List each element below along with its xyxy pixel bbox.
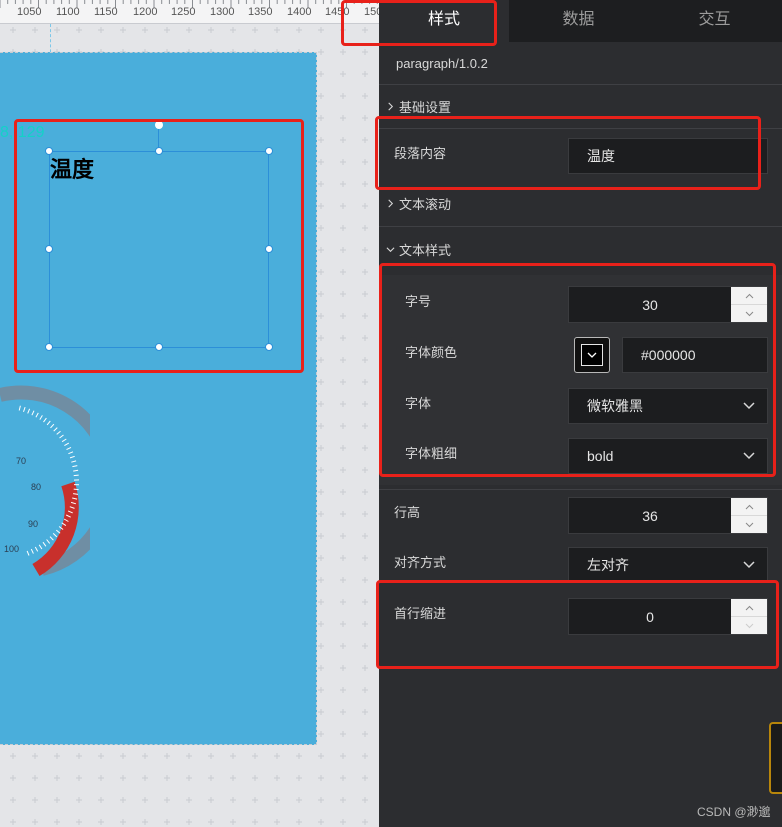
- paragraph-content-input[interactable]: 温度: [568, 138, 768, 174]
- tab-interaction[interactable]: 交互: [647, 0, 782, 42]
- align-label: 对齐方式: [394, 555, 447, 570]
- chevron-down-icon: [587, 352, 597, 358]
- text-indent-value: 0: [646, 608, 654, 625]
- resize-handle-right[interactable]: [265, 245, 273, 253]
- gauge-tick-label: 70: [16, 456, 26, 466]
- chevron-right-icon: [388, 199, 394, 208]
- chevron-down-icon: [745, 623, 753, 628]
- ruler-label: 1300: [210, 6, 235, 18]
- font-family-select[interactable]: 微软雅黑: [568, 388, 768, 424]
- resize-handle-bottom-left[interactable]: [45, 343, 53, 351]
- stepper-up-button[interactable]: [731, 599, 767, 617]
- tab-style[interactable]: 样式: [379, 0, 509, 42]
- rotate-handle[interactable]: [155, 121, 163, 129]
- paragraph-widget-text: 温度: [50, 158, 95, 183]
- line-height-value: 36: [642, 507, 658, 524]
- coordinate-readout: 8, 129: [0, 124, 45, 141]
- resize-handle-bottom-right[interactable]: [265, 343, 273, 351]
- ruler-label: 1150: [94, 6, 118, 18]
- font-color-label: 字体颜色: [405, 345, 458, 360]
- ruler-label: 1100: [56, 6, 80, 18]
- paragraph-content-label: 段落内容: [394, 146, 447, 161]
- font-color-value: #000000: [641, 347, 696, 363]
- text-indent-input[interactable]: 0: [568, 598, 768, 635]
- ruler-label: 1250: [171, 6, 196, 18]
- font-size-value: 30: [642, 296, 658, 313]
- font-size-input[interactable]: 30: [568, 286, 768, 323]
- align-value: 左对齐: [587, 557, 629, 573]
- ruler-label: 1400: [287, 6, 312, 18]
- chevron-down-icon: [743, 402, 755, 410]
- chevron-up-icon: [745, 293, 753, 298]
- chevron-right-icon: [388, 102, 394, 111]
- property-panel: 样式 数据 交互 paragraph/1.0.2 基础设置 段落内容 温度 文本…: [379, 0, 782, 827]
- resize-handle-left[interactable]: [45, 245, 53, 253]
- text-indent-stepper: [731, 599, 767, 634]
- font-weight-label: 字体粗细: [405, 446, 458, 461]
- divider: [379, 489, 782, 490]
- stepper-down-button[interactable]: [731, 305, 767, 322]
- line-height-stepper: [731, 498, 767, 533]
- horizontal-ruler: 1050 1100 1150 1200 1250 1300 1350 1400 …: [0, 0, 379, 24]
- gauge-tick-label: 80: [31, 482, 41, 492]
- stepper-down-button[interactable]: [731, 617, 767, 634]
- section-text-style[interactable]: 文本样式: [386, 240, 451, 259]
- stepper-up-button[interactable]: [731, 498, 767, 516]
- ruler-label: 1450: [325, 6, 350, 18]
- font-weight-select[interactable]: bold: [568, 438, 768, 474]
- section-text-scroll[interactable]: 文本滚动: [386, 194, 451, 213]
- font-size-stepper: [731, 287, 767, 322]
- design-canvas[interactable]: 1050 1100 1150 1200 1250 1300 1350 1400 …: [0, 0, 379, 827]
- divider: [379, 84, 782, 85]
- ruler-label: 1050: [17, 6, 42, 18]
- font-color-input[interactable]: #000000: [622, 337, 768, 373]
- font-size-label: 字号: [405, 294, 432, 309]
- resize-handle-bottom[interactable]: [155, 343, 163, 351]
- ruler-label: 1200: [133, 6, 158, 18]
- chevron-up-icon: [745, 605, 753, 610]
- chevron-down-icon: [743, 561, 755, 569]
- panel-scrollbar[interactable]: [769, 722, 782, 794]
- gauge-track: [0, 385, 90, 576]
- ruler-label: 150: [364, 6, 379, 18]
- resize-handle-top-right[interactable]: [265, 147, 273, 155]
- paragraph-content-value: 温度: [587, 148, 615, 164]
- chevron-down-icon: [745, 311, 753, 316]
- stepper-up-button[interactable]: [731, 287, 767, 305]
- resize-handle-top-left[interactable]: [45, 147, 53, 155]
- gauge-widget[interactable]: 70 80 90 100: [0, 385, 90, 585]
- color-picker-button[interactable]: [574, 337, 610, 373]
- gauge-tick-label: 100: [4, 544, 19, 554]
- line-height-label: 行高: [394, 505, 421, 520]
- paragraph-widget[interactable]: 温度: [45, 147, 273, 351]
- section-basic-settings[interactable]: 基础设置: [386, 97, 451, 116]
- font-family-label: 字体: [405, 396, 432, 411]
- divider: [379, 128, 782, 129]
- color-swatch: [581, 344, 603, 366]
- font-weight-value: bold: [587, 448, 614, 464]
- section-text-style-label: 文本样式: [399, 243, 452, 258]
- font-family-value: 微软雅黑: [587, 398, 643, 414]
- gauge-tick-label: 90: [28, 519, 38, 529]
- text-indent-label: 首行缩进: [394, 606, 447, 621]
- chevron-down-icon: [386, 247, 395, 253]
- chevron-up-icon: [745, 504, 753, 509]
- line-height-input[interactable]: 36: [568, 497, 768, 534]
- align-select[interactable]: 左对齐: [568, 547, 768, 583]
- panel-tab-bar: 样式 数据 交互: [379, 0, 782, 42]
- tab-data[interactable]: 数据: [511, 0, 646, 42]
- chevron-down-icon: [745, 522, 753, 527]
- section-basic-settings-label: 基础设置: [399, 100, 452, 115]
- watermark: CSDN @渺邈: [697, 805, 771, 819]
- section-text-scroll-label: 文本滚动: [399, 197, 452, 212]
- component-version: paragraph/1.0.2: [396, 56, 488, 71]
- ruler-label: 1350: [248, 6, 273, 18]
- divider: [379, 226, 782, 227]
- chevron-down-icon: [743, 452, 755, 460]
- stepper-down-button[interactable]: [731, 516, 767, 533]
- resize-handle-top[interactable]: [155, 147, 163, 155]
